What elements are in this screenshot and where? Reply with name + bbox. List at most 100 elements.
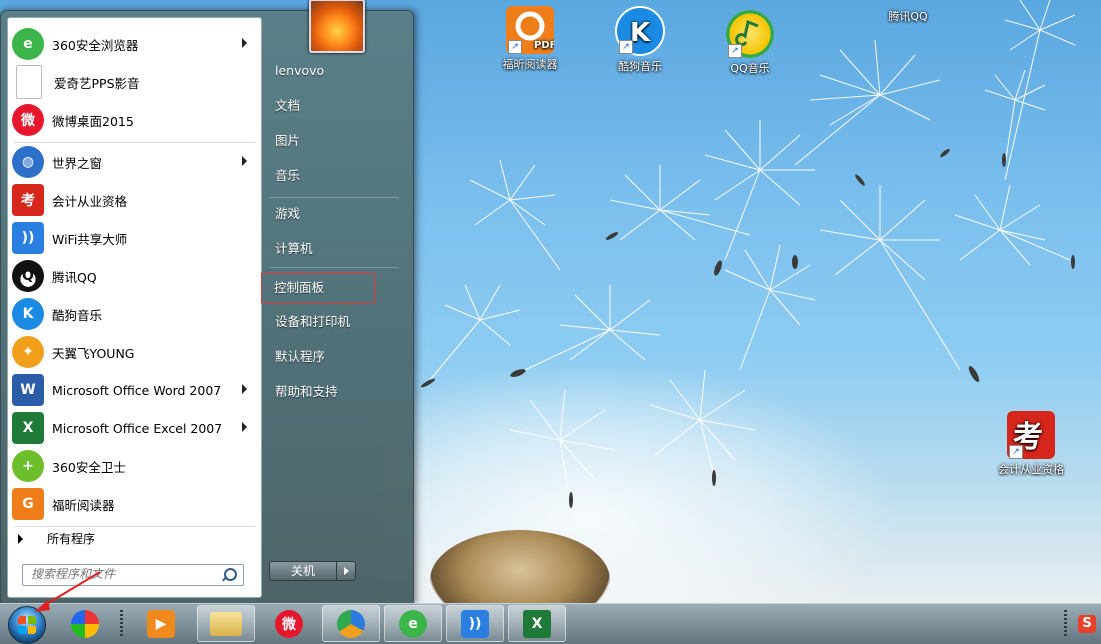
taskbar-button-tianyi[interactable]: [322, 605, 380, 642]
user-avatar[interactable]: [309, 0, 365, 53]
program-label: 会计从业资格: [52, 193, 128, 209]
program-label: 360安全浏览器: [52, 37, 139, 53]
program-item[interactable]: ◍ 世界之窗: [12, 144, 257, 180]
svg-text:K: K: [630, 18, 651, 48]
program-label: 世界之窗: [52, 155, 103, 171]
submenu-arrow-icon[interactable]: [242, 422, 247, 432]
shutdown-button[interactable]: 关机: [269, 561, 337, 581]
right-menu-item[interactable]: 帮助和支持: [269, 378, 413, 406]
program-item[interactable]: W Microsoft Office Word 2007: [12, 372, 257, 408]
start-menu-programs-pane: e 360安全浏览器 爱奇艺PPS影音微微博桌面2015 ◍ 世界之窗考会计从业资格))…: [7, 17, 262, 598]
annotation-arrow: [34, 571, 101, 612]
start-menu: e 360安全浏览器 爱奇艺PPS影音微微博桌面2015 ◍ 世界之窗考会计从业资格))…: [0, 0, 414, 605]
360-browser-icon: e: [12, 28, 44, 60]
tianyi-icon: ✦: [12, 336, 44, 368]
360-browser-icon: e: [399, 609, 427, 638]
taskbar-button-explorer[interactable]: [197, 605, 255, 642]
kugou-icon: K: [12, 298, 44, 330]
kao-icon: 考: [12, 184, 44, 216]
taskbar-button-wifi[interactable]: )): [446, 605, 504, 642]
kao-icon: 考 ↗: [1007, 411, 1055, 459]
program-item[interactable]: Q 腾讯QQ: [12, 258, 257, 294]
program-item[interactable]: G 福昕阅读器: [12, 486, 257, 522]
tianyi-icon: [337, 609, 365, 638]
desktop-icon-foxit[interactable]: PDF ↗ 福昕阅读器: [495, 6, 565, 72]
program-label: Microsoft Office Excel 2007: [52, 420, 223, 436]
desktop-icon-label: 酷狗音乐: [618, 60, 662, 73]
program-label: Microsoft Office Word 2007: [52, 382, 222, 398]
all-programs-label: 所有程序: [47, 532, 96, 546]
program-item[interactable]: 考会计从业资格: [12, 182, 257, 218]
desktop-icon-qq[interactable]: 腾讯QQ: [873, 0, 943, 24]
folder-icon: [210, 611, 242, 636]
submenu-arrow-icon[interactable]: [242, 38, 247, 48]
all-programs-button[interactable]: 所有程序: [18, 530, 95, 547]
taskbar-button-weibo[interactable]: 微: [260, 605, 318, 642]
program-item[interactable]: 微微博桌面2015: [12, 102, 257, 138]
right-menu-item[interactable]: 文档: [269, 92, 413, 120]
taskbar-button-excel[interactable]: X: [508, 605, 566, 642]
right-menu-item[interactable]: 图片: [269, 127, 413, 155]
program-item[interactable]: K 酷狗音乐: [12, 296, 257, 332]
program-item[interactable]: )) WiFi共享大师: [12, 220, 257, 256]
taskbar-button-360-browser[interactable]: e: [384, 605, 442, 642]
taskbar-grip[interactable]: [1064, 610, 1067, 638]
svg-text:PDF: PDF: [534, 40, 554, 51]
taskbar-grip[interactable]: [120, 610, 123, 638]
program-item[interactable]: ✦ 天翼飞YOUNG: [12, 334, 257, 370]
qq-music-icon: ↗: [726, 10, 774, 58]
submenu-arrow-icon[interactable]: [242, 156, 247, 166]
wifi-icon: )): [461, 609, 489, 638]
weibo-icon: 微: [12, 104, 44, 136]
program-item[interactable]: 爱奇艺PPS影音: [12, 64, 257, 100]
foxit-pdf-icon: G: [12, 488, 44, 520]
foxit-pdf-icon: PDF ↗: [506, 6, 556, 54]
wifi-icon: )): [12, 222, 44, 254]
program-label: 爱奇艺PPS影音: [54, 75, 140, 91]
program-label: 360安全卫士: [52, 459, 126, 475]
separator: [269, 267, 399, 268]
windows-logo-icon: [18, 616, 36, 634]
weibo-icon: 微: [275, 609, 303, 638]
desktop-icon-qqmusic[interactable]: ↗ QQ音乐: [715, 10, 785, 76]
taskbar: ▶ 微 e )) X S: [0, 603, 1101, 644]
excel-icon: X: [12, 412, 44, 444]
shutdown-control: 关机: [269, 561, 357, 581]
program-label: 福昕阅读器: [52, 497, 115, 513]
program-label: WiFi共享大师: [52, 231, 128, 247]
right-menu-item[interactable]: 默认程序: [269, 343, 413, 371]
right-menu-item[interactable]: 游戏: [269, 200, 413, 228]
right-menu-item[interactable]: 设备和打印机: [269, 308, 413, 336]
right-menu-item[interactable]: 控制面板: [261, 273, 375, 303]
excel-icon: X: [523, 609, 551, 638]
qq-penguin-icon: Q: [12, 260, 44, 292]
right-menu-item[interactable]: 音乐: [269, 162, 413, 190]
program-label: 微博桌面2015: [52, 113, 134, 129]
media-player-icon: ▶: [147, 609, 175, 638]
desktop-icon-label: 会计从业资格: [998, 463, 1064, 476]
separator: [269, 197, 399, 198]
program-label: 天翼飞YOUNG: [52, 345, 135, 361]
word-icon: W: [12, 374, 44, 406]
triangle-right-icon: [18, 533, 23, 544]
desktop-icon-kugou[interactable]: K ↗ 酷狗音乐: [605, 6, 675, 74]
desktop-icon-kao[interactable]: 考 ↗ 会计从业资格: [996, 411, 1066, 477]
program-label: 腾讯QQ: [52, 269, 97, 285]
kugou-icon: K ↗: [615, 6, 665, 56]
separator: [14, 526, 255, 527]
right-menu-item[interactable]: lenvovo: [269, 57, 413, 85]
360-safe-icon: +: [12, 450, 44, 482]
desktop-icon-label: 福昕阅读器: [502, 58, 558, 71]
program-item[interactable]: X Microsoft Office Excel 2007: [12, 410, 257, 446]
program-label: 酷狗音乐: [52, 307, 103, 323]
pps-file-icon: [16, 65, 42, 99]
search-icon[interactable]: [224, 568, 237, 581]
right-menu-item[interactable]: 计算机: [269, 235, 413, 263]
taskbar-button-media[interactable]: ▶: [132, 605, 190, 642]
program-item[interactable]: e 360安全浏览器: [12, 26, 257, 62]
submenu-arrow-icon[interactable]: [242, 384, 247, 394]
sogou-ime-icon[interactable]: S: [1078, 615, 1096, 633]
desktop-icon-label: 腾讯QQ: [888, 10, 928, 23]
shutdown-options-button[interactable]: [337, 561, 356, 581]
program-item[interactable]: +360安全卫士: [12, 448, 257, 484]
